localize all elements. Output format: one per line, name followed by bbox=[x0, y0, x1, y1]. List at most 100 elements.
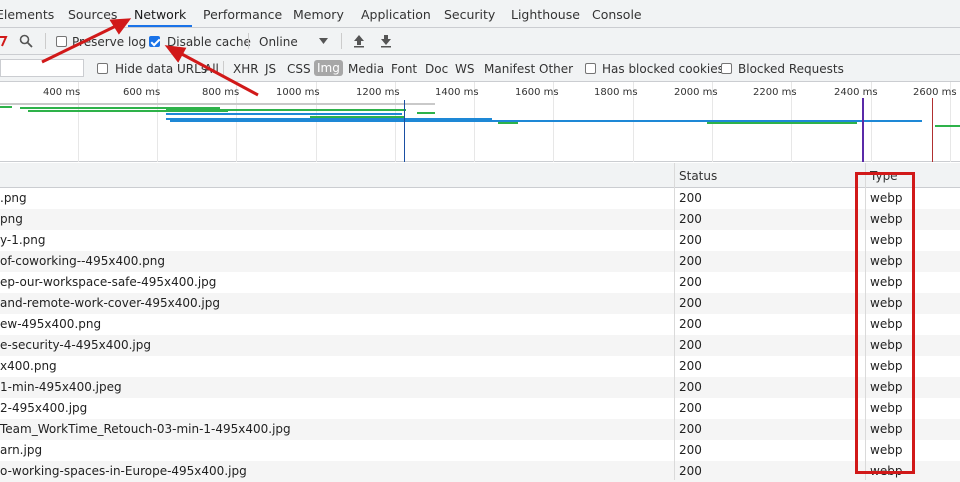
request-name: ep-our-workspace-safe-495x400.jpg bbox=[0, 275, 217, 289]
disable-cache-label: Disable cache bbox=[167, 35, 251, 49]
load-event-marker bbox=[862, 98, 864, 162]
request-status: 200 bbox=[679, 401, 702, 415]
toolbar-divider bbox=[45, 33, 46, 49]
filter-type-font[interactable]: Font bbox=[391, 61, 417, 77]
overview-bar bbox=[417, 112, 435, 114]
overview-tick-label: 2200 ms bbox=[753, 87, 797, 98]
disable-cache-checkbox[interactable] bbox=[149, 36, 160, 47]
table-row[interactable]: x400.png 200 webp bbox=[0, 356, 960, 377]
filter-type-media[interactable]: Media bbox=[348, 61, 384, 77]
finish-marker bbox=[932, 98, 933, 162]
request-name: 1-min-495x400.jpeg bbox=[0, 380, 122, 394]
request-status: 200 bbox=[679, 359, 702, 373]
request-name: of-coworking--495x400.png bbox=[0, 254, 165, 268]
table-row[interactable]: png 200 webp bbox=[0, 209, 960, 230]
request-status: 200 bbox=[679, 338, 702, 352]
table-row[interactable]: and-remote-work-cover-495x400.jpg 200 webp bbox=[0, 293, 960, 314]
tab-sources[interactable]: Sources bbox=[68, 0, 117, 27]
import-har-icon[interactable] bbox=[353, 34, 365, 48]
filter-type-ws[interactable]: WS bbox=[455, 61, 474, 77]
overview-bar bbox=[935, 125, 960, 127]
toolbar-divider bbox=[341, 33, 342, 49]
request-name: png bbox=[0, 212, 23, 226]
tab-security[interactable]: Security bbox=[444, 0, 495, 27]
table-row[interactable]: arn.jpg 200 webp bbox=[0, 440, 960, 461]
request-status: 200 bbox=[679, 254, 702, 268]
filter-type-css[interactable]: CSS bbox=[287, 61, 311, 77]
column-header-status[interactable]: Status bbox=[679, 169, 717, 183]
overview-tick-label: 800 ms bbox=[202, 87, 240, 98]
clear-icon[interactable] bbox=[0, 35, 8, 47]
filter-input[interactable] bbox=[0, 59, 84, 77]
request-name: .png bbox=[0, 191, 27, 205]
overview-bar bbox=[0, 106, 12, 108]
request-name: o-working-spaces-in-Europe-495x400.jpg bbox=[0, 464, 247, 478]
toolbar-divider bbox=[248, 33, 249, 49]
filter-type-manifest[interactable]: Manifest bbox=[484, 61, 535, 77]
overview-bar bbox=[0, 103, 435, 105]
preserve-log-checkbox[interactable] bbox=[56, 36, 67, 47]
tab-elements[interactable]: Elements bbox=[0, 0, 54, 27]
filter-type-js[interactable]: JS bbox=[265, 61, 276, 77]
filter-type-doc[interactable]: Doc bbox=[425, 61, 448, 77]
overview-tick-label: 1800 ms bbox=[594, 87, 638, 98]
overview-bar bbox=[166, 113, 402, 115]
request-status: 200 bbox=[679, 212, 702, 226]
overview-tick-label: 600 ms bbox=[123, 87, 161, 98]
overview-tick-label: 2000 ms bbox=[674, 87, 718, 98]
has-blocked-cookies-checkbox[interactable] bbox=[585, 63, 596, 74]
request-status: 200 bbox=[679, 296, 702, 310]
network-toolbar: Preserve log Disable cache Online bbox=[0, 28, 960, 55]
chevron-down-icon[interactable] bbox=[319, 38, 328, 44]
tab-memory[interactable]: Memory bbox=[293, 0, 344, 27]
overview-tick-label: 1400 ms bbox=[435, 87, 479, 98]
request-status: 200 bbox=[679, 233, 702, 247]
tab-performance[interactable]: Performance bbox=[203, 0, 282, 27]
table-row[interactable]: of-coworking--495x400.png 200 webp bbox=[0, 251, 960, 272]
dom-content-loaded-marker bbox=[404, 100, 405, 162]
filter-type-all[interactable]: All bbox=[204, 61, 219, 77]
table-row[interactable]: o-working-spaces-in-Europe-495x400.jpg 20… bbox=[0, 461, 960, 482]
request-status: 200 bbox=[679, 317, 702, 331]
request-name: e-security-4-495x400.jpg bbox=[0, 338, 152, 352]
throttling-select[interactable]: Online bbox=[259, 35, 298, 49]
overview-bar bbox=[498, 122, 518, 124]
table-row[interactable]: .png 200 webp bbox=[0, 188, 960, 209]
table-row[interactable]: e-security-4-495x400.jpg 200 webp bbox=[0, 335, 960, 356]
overview-tick-label: 2400 ms bbox=[834, 87, 878, 98]
request-status: 200 bbox=[679, 275, 702, 289]
search-icon[interactable] bbox=[19, 34, 33, 48]
table-row[interactable]: ew-495x400.png 200 webp bbox=[0, 314, 960, 335]
tab-network[interactable]: Network bbox=[127, 0, 193, 27]
request-status: 200 bbox=[679, 380, 702, 394]
table-row[interactable]: 2-495x400.jpg 200 webp bbox=[0, 398, 960, 419]
tab-console[interactable]: Console bbox=[592, 0, 642, 27]
request-status: 200 bbox=[679, 464, 702, 478]
table-row[interactable]: 1-min-495x400.jpeg 200 webp bbox=[0, 377, 960, 398]
request-status: 200 bbox=[679, 443, 702, 457]
table-row[interactable]: y-1.png 200 webp bbox=[0, 230, 960, 251]
column-divider[interactable] bbox=[674, 163, 675, 480]
request-name: y-1.png bbox=[0, 233, 46, 247]
hide-data-urls-checkbox[interactable] bbox=[97, 63, 108, 74]
filter-type-img[interactable]: Img bbox=[314, 60, 343, 76]
request-status: 200 bbox=[679, 422, 702, 436]
tab-application[interactable]: Application bbox=[361, 0, 431, 27]
filter-type-xhr[interactable]: XHR bbox=[233, 61, 259, 77]
tab-lighthouse[interactable]: Lighthouse bbox=[511, 0, 580, 27]
export-har-icon[interactable] bbox=[380, 34, 392, 48]
network-filter-bar: Hide data URLs All XHR JS CSS Img Media … bbox=[0, 55, 960, 82]
table-row[interactable]: Team_WorkTime_Retouch-03-min-1-495x400.j… bbox=[0, 419, 960, 440]
blocked-requests-checkbox[interactable] bbox=[721, 63, 732, 74]
request-name: arn.jpg bbox=[0, 443, 43, 457]
requests-table-header: Status Type bbox=[0, 163, 960, 188]
table-row[interactable]: ep-our-workspace-safe-495x400.jpg 200 webp bbox=[0, 272, 960, 293]
request-status: 200 bbox=[679, 191, 702, 205]
network-overview-timeline[interactable]: 400 ms 600 ms 800 ms 1000 ms 1200 ms 140… bbox=[0, 82, 960, 162]
devtools-tab-bar: Elements Sources Network Performance Mem… bbox=[0, 0, 960, 28]
overview-bar bbox=[707, 122, 857, 124]
preserve-log-label: Preserve log bbox=[72, 35, 147, 49]
has-blocked-cookies-label: Has blocked cookies bbox=[602, 62, 724, 76]
filter-type-other[interactable]: Other bbox=[539, 61, 573, 77]
overview-tick-label: 1000 ms bbox=[276, 87, 320, 98]
